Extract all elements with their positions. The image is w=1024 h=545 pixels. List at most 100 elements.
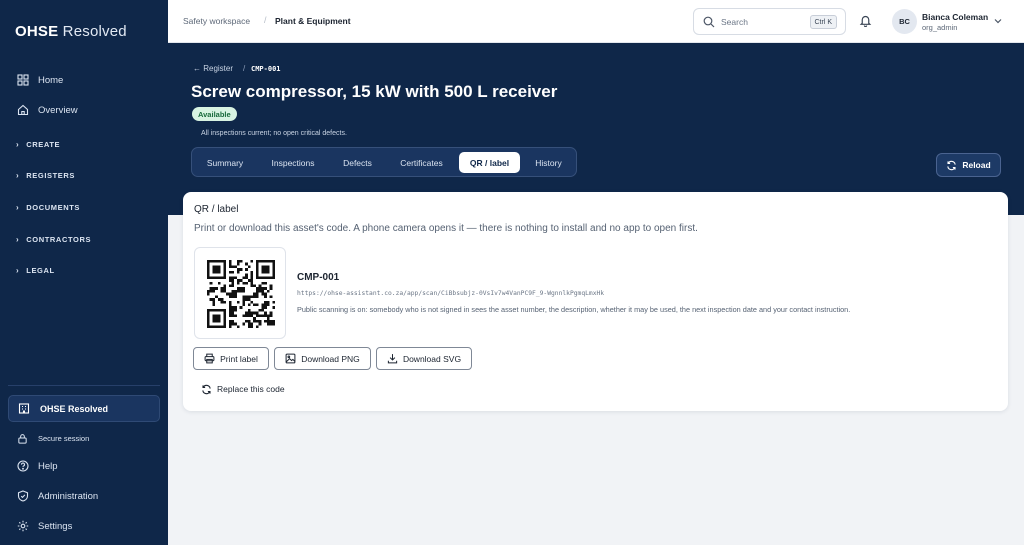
back-to-register-link[interactable]: ← Register [193, 64, 233, 73]
sidebar-group-contractors[interactable]: › CONTRACTORS [16, 231, 91, 247]
qr-module [250, 284, 254, 288]
chevron-down-icon[interactable] [993, 16, 1003, 26]
qr-module [231, 319, 235, 323]
qr-module [264, 311, 267, 315]
qr-module [261, 292, 265, 296]
qr-module [223, 308, 227, 312]
qr-module [228, 270, 232, 274]
grid-icon [16, 74, 29, 87]
qr-module [242, 303, 246, 307]
qr-module [250, 295, 254, 299]
qr-module [207, 314, 210, 318]
qr-module [261, 260, 265, 263]
refresh-icon [946, 160, 957, 171]
qr-module [223, 314, 227, 318]
qr-module [258, 322, 262, 326]
sidebar-group-documents[interactable]: › DOCUMENTS [16, 199, 80, 215]
bell-icon[interactable] [859, 14, 873, 28]
qr-module [217, 308, 221, 312]
user-name[interactable]: Bianca Coleman [922, 12, 988, 22]
qr-module [212, 314, 216, 318]
qr-scan-url[interactable]: https://ohse-assistant.co.za/app/scan/Ci… [297, 290, 604, 297]
qr-module [245, 262, 248, 266]
sidebar-item-label: Overview [38, 104, 78, 116]
qr-module [217, 270, 221, 274]
qr-module [223, 265, 227, 269]
qr-module [247, 314, 251, 318]
reload-button[interactable]: Reload [936, 153, 1001, 177]
breadcrumb-workspace[interactable]: Safety workspace [183, 16, 250, 26]
tab-certificates[interactable]: Certificates [389, 152, 454, 173]
qr-module [269, 311, 273, 315]
qr-label-card: QR / label Print or download this asset'… [183, 192, 1008, 411]
qr-module [207, 270, 210, 274]
qr-module [231, 270, 235, 274]
sidebar-item-home[interactable]: Home [16, 70, 63, 90]
sidebar-item-administration[interactable]: Administration [16, 486, 98, 506]
qr-module [258, 308, 262, 312]
qr-module [223, 325, 227, 328]
qr-module [212, 260, 216, 263]
sidebar-group-legal[interactable]: › LEGAL [16, 262, 55, 278]
chevron-right-icon: › [16, 234, 20, 244]
sidebar-item-help[interactable]: Help [16, 456, 58, 476]
qr-module [255, 314, 259, 318]
sidebar-item-overview[interactable]: Overview [16, 100, 78, 120]
qr-module [266, 300, 270, 304]
avatar[interactable]: BC [892, 9, 917, 34]
tab-inspections[interactable]: Inspections [259, 152, 327, 173]
tab-history[interactable]: History [526, 152, 571, 173]
qr-module [245, 311, 248, 315]
qr-module [236, 300, 240, 304]
qr-module [231, 289, 235, 293]
qr-module [207, 292, 210, 296]
search-input[interactable]: Search Ctrl K [693, 8, 846, 35]
download-icon [387, 353, 398, 364]
qr-module [223, 289, 227, 293]
qr-module [264, 306, 267, 309]
qr-module [242, 298, 246, 301]
sidebar-group-registers[interactable]: › REGISTERS [16, 167, 75, 183]
qr-module [255, 273, 259, 277]
qr-module [258, 319, 262, 323]
qr-module [264, 319, 267, 323]
org-switcher[interactable]: OHSE Resolved [8, 395, 160, 422]
replace-code-button[interactable]: Replace this code [201, 382, 285, 396]
qr-module [207, 260, 210, 263]
qr-module [269, 276, 273, 280]
qr-module [247, 325, 251, 328]
qr-module [212, 325, 216, 328]
qr-module [212, 270, 216, 274]
qr-module [217, 319, 221, 323]
qr-module [245, 276, 248, 280]
card-title: QR / label [194, 204, 239, 215]
qr-module [207, 276, 210, 280]
download-png-button[interactable]: Download PNG [274, 347, 371, 370]
print-label-button[interactable]: Print label [193, 347, 269, 370]
qr-module [264, 268, 267, 271]
qr-code-image [194, 247, 286, 339]
sidebar-group-create[interactable]: › CREATE [16, 136, 60, 152]
qr-module [269, 287, 273, 290]
qr-module [266, 322, 270, 326]
qr-module [258, 260, 262, 263]
brand-logo[interactable]: OHSE Resolved [15, 23, 127, 40]
tab-defects[interactable]: Defects [333, 152, 382, 173]
qr-module [228, 265, 232, 269]
tab-qr-label[interactable]: QR / label [459, 152, 520, 173]
download-svg-button[interactable]: Download SVG [376, 347, 472, 370]
qr-module [272, 260, 275, 263]
qr-module [223, 317, 227, 320]
qr-module [207, 262, 210, 266]
qr-module [261, 276, 265, 280]
sidebar-item-settings[interactable]: Settings [16, 516, 72, 536]
qr-module [258, 276, 262, 280]
qr-module [242, 289, 246, 293]
sidebar-divider [8, 385, 160, 386]
qr-module [245, 298, 248, 301]
qr-module [217, 281, 221, 285]
qr-module [228, 306, 232, 309]
tab-summary[interactable]: Summary [198, 152, 252, 173]
qr-module [250, 279, 254, 282]
qr-module [215, 270, 218, 274]
